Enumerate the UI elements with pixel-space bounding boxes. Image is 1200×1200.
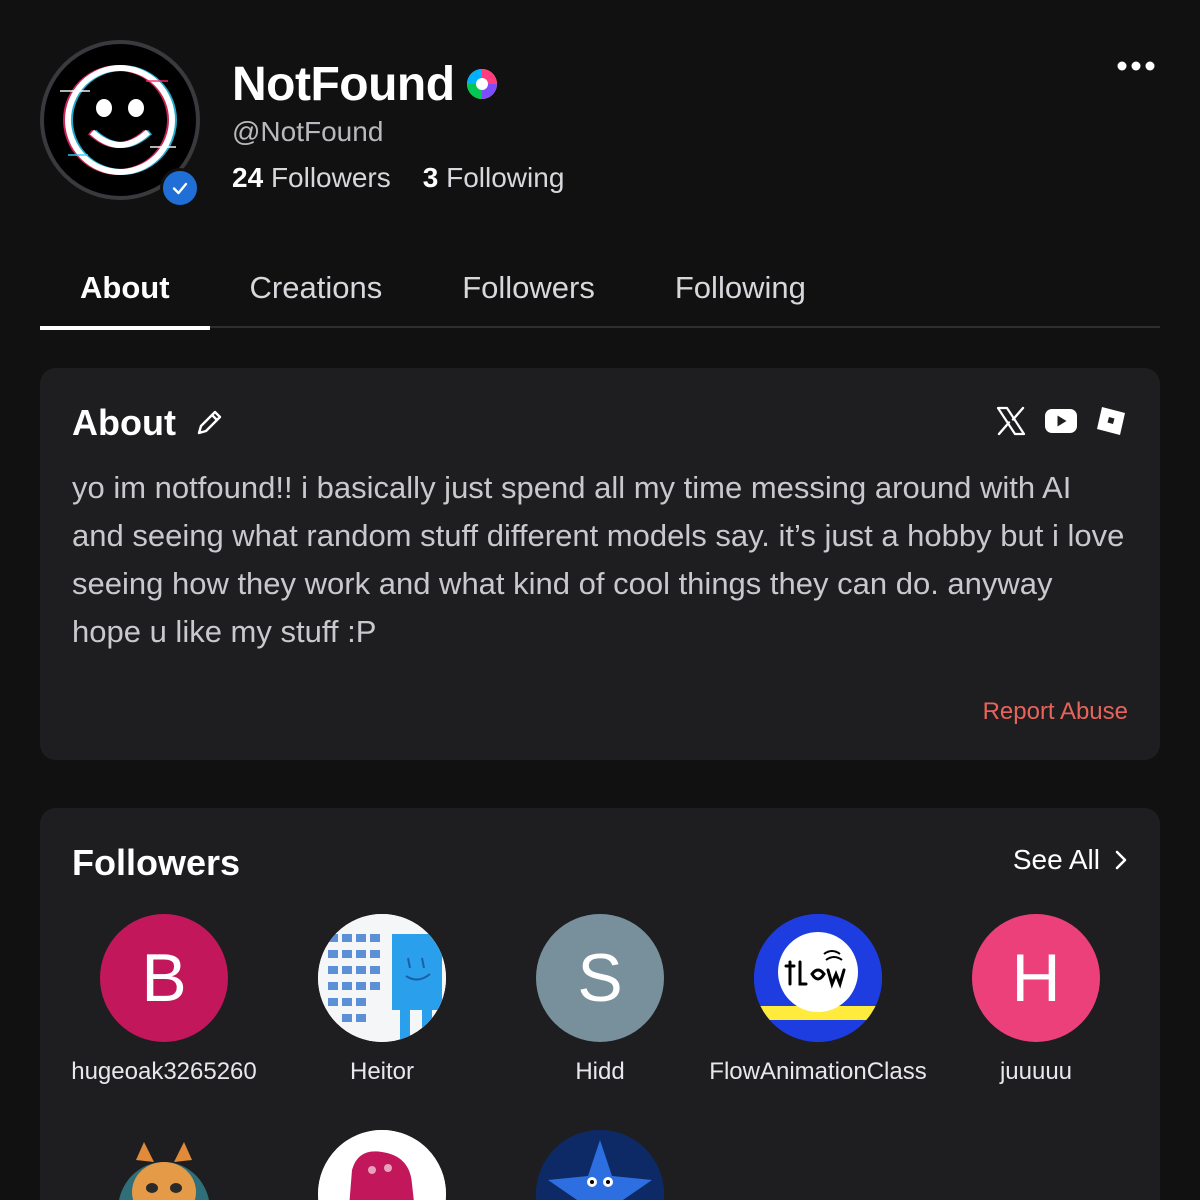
follower-item[interactable] [40,1130,288,1200]
verified-badge [160,168,200,208]
profile-tabs: About Creations Followers Following [40,248,1160,330]
roblox-icon [1097,407,1125,435]
blue-creature-icon [536,1130,664,1200]
x-link[interactable] [994,404,1028,438]
about-title-row: About [72,402,226,444]
about-card: About yo im notfound!! i basically just … [40,368,1160,760]
follower-item[interactable] [258,1130,506,1200]
report-abuse-link[interactable]: Report Abuse [983,698,1128,726]
x-icon [996,406,1026,436]
tab-creations[interactable]: Creations [210,248,423,328]
tab-about[interactable]: About [40,248,210,330]
follower-avatar: H [972,914,1100,1042]
follower-name: FlowAnimationClass [709,1058,927,1085]
check-icon [172,182,188,195]
follower-avatar [318,1130,446,1200]
desktop-collage-icon [318,914,446,1042]
follower-initial: H [1011,940,1061,1016]
username: @NotFound [232,116,384,147]
follower-avatar [754,914,882,1042]
tab-following[interactable]: Following [635,248,846,328]
follower-item[interactable]: S Hidd [476,914,724,1086]
pencil-icon[interactable] [192,406,226,440]
follower-avatar [100,1130,228,1200]
youtube-link[interactable] [1044,404,1078,438]
followers-title: Followers [72,842,241,883]
follower-avatar [318,914,446,1042]
follower-name: Hidd [575,1058,625,1085]
chevron-right-icon [1115,850,1127,870]
about-title: About [72,402,176,443]
follower-name: hugeoak3265260 [71,1058,257,1085]
follower-name: juuuuu [999,1058,1073,1085]
following-count-link[interactable]: 3 Following [423,162,565,194]
follower-initial: S [577,940,623,1016]
see-all-button[interactable]: See All [1013,844,1128,876]
follower-avatar: S [536,914,664,1042]
social-links [994,404,1128,438]
follower-avatar [536,1130,664,1200]
cat-avatar-icon [119,1142,209,1200]
youtube-icon [1045,409,1077,433]
more-horizontal-icon [1117,61,1155,71]
follower-avatar: B [100,914,228,1042]
rainbow-swirl-icon [466,69,497,99]
follower-initial: B [141,940,187,1016]
glitch-smiley-icon [60,65,177,175]
flow-logo-icon [754,914,882,1042]
follower-item[interactable]: Heitor [258,914,506,1086]
following-count-label: Following [446,162,565,193]
followers-count-link[interactable]: 24 Followers [232,162,391,194]
display-name-row: NotFound [232,54,564,114]
crocs-shoe-icon [318,1130,446,1200]
profile-avatar-wrap [40,40,200,208]
bio-text: yo im notfound!! i basically just spend … [72,470,1125,649]
follower-name: Heitor [349,1058,415,1085]
follow-counts: 24 Followers 3 Following [232,162,564,194]
follower-item[interactable]: H juuuuu [912,914,1160,1086]
display-name: NotFound [232,57,455,111]
name-block: NotFound @NotFound 24 Followers 3 Follow… [232,54,564,194]
followers-card: Followers See All B hugeoak3265260 Heito… [40,808,1160,1200]
followers-count-label: Followers [270,162,391,193]
tab-followers[interactable]: Followers [422,248,635,328]
roblox-link[interactable] [1094,404,1128,438]
see-all-label: See All [1012,844,1100,875]
followers-count: 24 [232,162,264,193]
follower-item[interactable] [476,1130,724,1200]
following-count: 3 [422,162,439,193]
profile-header: NotFound @NotFound 24 Followers 3 Follow… [40,40,1160,210]
more-options-button[interactable] [1112,46,1160,86]
follower-item[interactable]: B hugeoak3265260 [40,914,288,1086]
follower-item[interactable]: FlowAnimationClass [694,914,942,1086]
